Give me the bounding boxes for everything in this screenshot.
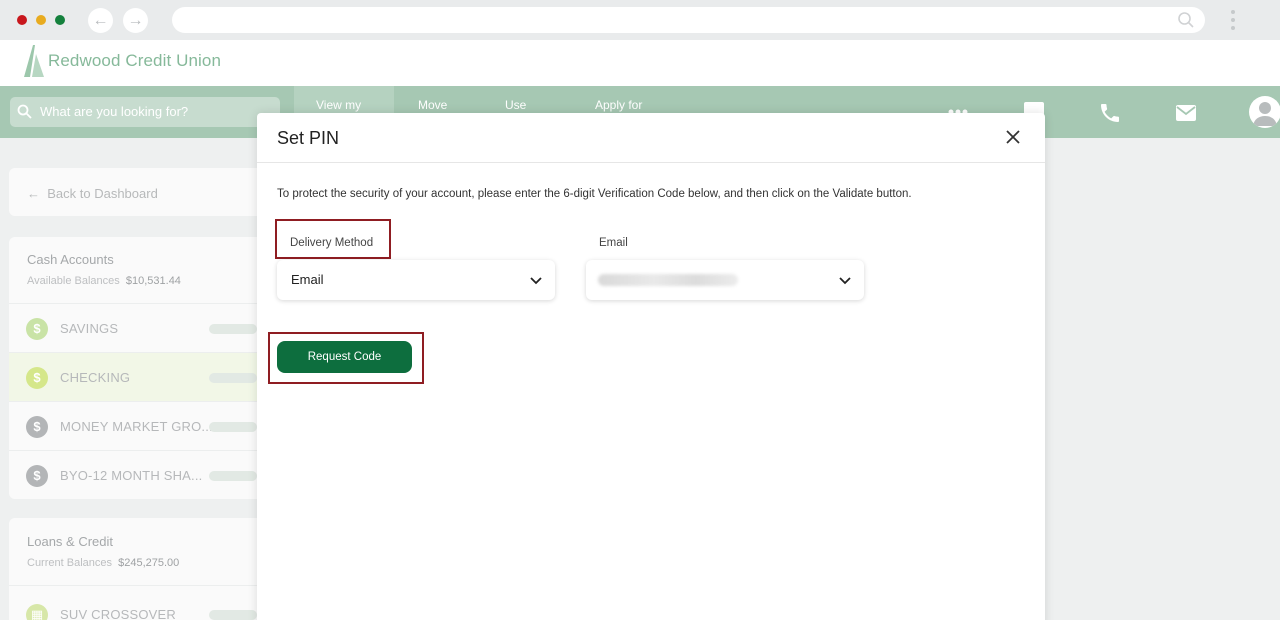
cash-balance-label: Available Balances <box>27 275 120 287</box>
loans-balances: Current Balances $245,275.00 <box>27 557 179 569</box>
blurred-balance <box>209 610 257 620</box>
dollar-icon: $ <box>26 416 48 438</box>
back-panel: ← Back to Dashboard <box>9 168 271 216</box>
account-row-savings[interactable]: $ SAVINGS <box>9 303 271 352</box>
brand-name: Redwood Credit Union <box>48 51 222 70</box>
minimize-window-dot[interactable] <box>36 15 46 25</box>
delivery-method-select[interactable]: Email <box>277 260 555 300</box>
request-code-button[interactable]: Request Code <box>277 341 412 373</box>
email-label: Email <box>599 237 628 249</box>
search-placeholder: What are you looking for? <box>40 104 189 119</box>
search-icon <box>1178 12 1194 28</box>
back-label: Back to Dashboard <box>47 186 158 201</box>
email-select[interactable] <box>586 260 864 300</box>
nav-item-view-my[interactable]: View my <box>316 98 361 112</box>
chevron-down-icon <box>530 277 542 285</box>
cash-accounts-heading: Cash Accounts <box>27 252 114 267</box>
cash-balance-value: $10,531.44 <box>125 275 181 287</box>
account-row-byo[interactable]: $ BYO-12 MONTH SHA... <box>9 450 271 499</box>
account-name: SUV CROSSOVER <box>60 607 177 620</box>
modal-title: Set PIN <box>277 128 340 148</box>
blurred-email-value <box>598 274 738 286</box>
account-name: MONEY MARKET GRO... <box>60 419 213 434</box>
nav-item-use[interactable]: Use <box>505 98 526 112</box>
search-icon <box>17 104 32 119</box>
loans-heading: Loans & Credit <box>27 534 113 549</box>
cash-accounts-panel: Cash Accounts Available Balances $10,531… <box>9 237 271 499</box>
maximize-window-dot[interactable] <box>55 15 65 25</box>
address-bar[interactable] <box>172 7 1205 33</box>
phone-icon[interactable] <box>1098 101 1122 125</box>
close-window-dot[interactable] <box>17 15 27 25</box>
account-row-suv[interactable]: ▦ SUV CROSSOVER <box>9 585 271 620</box>
delivery-method-value: Email <box>291 272 324 287</box>
loans-credit-panel: Loans & Credit Current Balances $245,275… <box>9 518 271 620</box>
delivery-method-label: Delivery Method <box>290 237 374 249</box>
dollar-icon: $ <box>26 367 48 389</box>
modal-divider <box>257 162 1045 163</box>
dollar-icon: $ <box>26 318 48 340</box>
back-arrow-icon[interactable]: ← <box>88 8 113 33</box>
account-name: CHECKING <box>60 370 131 385</box>
back-to-dashboard-link[interactable]: ← Back to Dashboard <box>27 186 158 201</box>
account-row-checking[interactable]: $ CHECKING <box>9 352 271 401</box>
site-header: Redwood Credit Union <box>0 40 1280 86</box>
site-search-input[interactable]: What are you looking for? <box>10 97 280 127</box>
browser-menu-icon[interactable] <box>1230 8 1236 34</box>
user-icon <box>1253 102 1277 126</box>
set-pin-modal: Set PIN To protect the security of your … <box>257 113 1045 620</box>
nav-item-apply-for[interactable]: Apply for <box>595 98 642 112</box>
bank-icon: ▦ <box>26 604 48 620</box>
redwood-tree-logo-icon <box>24 45 44 77</box>
blurred-balance <box>209 373 257 383</box>
account-row-money-market[interactable]: $ MONEY MARKET GRO... <box>9 401 271 450</box>
chevron-down-icon <box>839 277 851 285</box>
browser-chrome: ← → <box>0 0 1280 40</box>
nav-item-move[interactable]: Move <box>418 98 447 112</box>
close-icon[interactable] <box>1003 127 1023 147</box>
instructions-text: To protect the security of your account,… <box>277 188 912 200</box>
loans-balance-value: $245,275.00 <box>118 557 180 569</box>
blurred-balance <box>209 422 257 432</box>
account-name: BYO-12 MONTH SHA... <box>60 468 203 483</box>
user-avatar[interactable] <box>1249 96 1280 128</box>
blurred-balance <box>209 471 257 481</box>
blurred-balance <box>209 324 257 334</box>
forward-arrow-icon[interactable]: → <box>123 8 148 33</box>
loans-balance-label: Current Balances <box>27 557 112 569</box>
dollar-icon: $ <box>26 465 48 487</box>
account-name: SAVINGS <box>60 321 119 336</box>
cash-balances: Available Balances $10,531.44 <box>27 275 181 287</box>
mail-icon[interactable] <box>1174 101 1198 125</box>
